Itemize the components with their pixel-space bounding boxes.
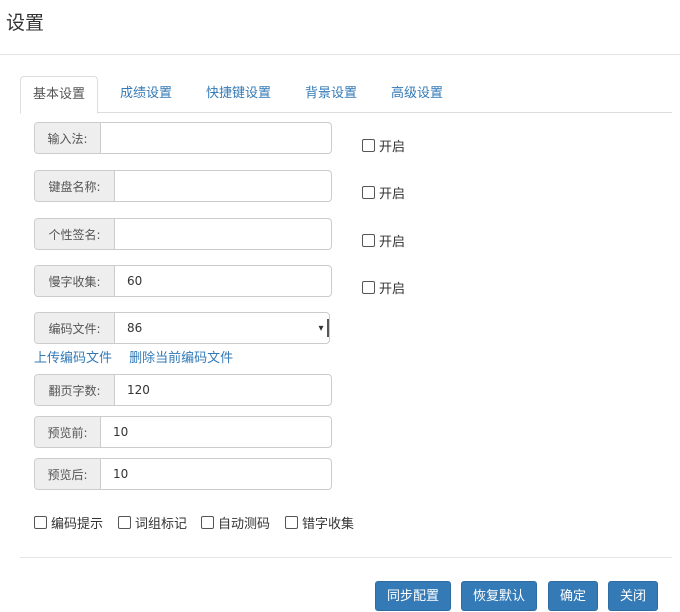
dropdown-arrow-icon[interactable]: ▾ (315, 319, 329, 337)
option-encoding-hint[interactable]: 编码提示 (34, 513, 103, 532)
tab-score[interactable]: 成绩设置 (108, 76, 184, 113)
checkbox-box[interactable] (362, 234, 375, 247)
slow-collect-label: 慢字收集: (35, 266, 115, 296)
checkbox-box[interactable] (201, 516, 214, 529)
slow-collect-enable-checkbox[interactable]: 开启 (362, 278, 405, 297)
checkbox-box[interactable] (362, 186, 375, 199)
checkbox-box[interactable] (118, 516, 131, 529)
delete-encoding-file-link[interactable]: 删除当前编码文件 (129, 351, 233, 366)
dialog-title: 设置 (6, 12, 45, 34)
settings-tabs: 基本设置 成绩设置 快捷键设置 背景设置 高级设置 (20, 76, 672, 114)
input-method-enable-checkbox[interactable]: 开启 (362, 136, 405, 155)
preview-after-label: 预览后: (35, 459, 101, 489)
preview-before-label: 预览前: (35, 417, 101, 447)
signature-enable-checkbox[interactable]: 开启 (362, 231, 405, 250)
encoding-file-select[interactable]: 86 (115, 313, 315, 343)
preview-before-group: 预览前: 10 (34, 416, 332, 448)
tab-shortcut[interactable]: 快捷键设置 (194, 76, 283, 113)
encoding-file-group: 编码文件: 86 ▾ (34, 312, 330, 344)
option-auto-code-test[interactable]: 自动测码 (201, 513, 270, 532)
enable-label: 开启 (379, 140, 406, 155)
option-label: 自动测码 (218, 517, 271, 532)
encoding-file-label: 编码文件: (35, 313, 115, 343)
input-method-label: 输入法: (35, 123, 101, 153)
keyboard-name-enable-checkbox[interactable]: 开启 (362, 183, 405, 202)
preview-after-field[interactable]: 10 (101, 459, 331, 489)
signature-field[interactable] (115, 219, 331, 249)
tab-background[interactable]: 背景设置 (293, 76, 369, 113)
input-method-field[interactable] (101, 123, 331, 153)
preview-before-field[interactable]: 10 (101, 417, 331, 447)
checkbox-box[interactable] (362, 281, 375, 294)
option-typo-collect[interactable]: 错字收集 (285, 513, 354, 532)
tab-advanced[interactable]: 高级设置 (379, 76, 455, 113)
footer-divider (20, 557, 672, 558)
slow-collect-field[interactable]: 60 (115, 266, 331, 296)
keyboard-name-label: 键盘名称: (35, 171, 115, 201)
checkbox-box[interactable] (362, 139, 375, 152)
header-divider (0, 54, 680, 55)
enable-label: 开启 (379, 187, 406, 202)
confirm-button[interactable]: 确定 (548, 581, 599, 611)
option-label: 词组标记 (135, 517, 188, 532)
option-label: 错字收集 (302, 517, 355, 532)
signature-group: 个性签名: (34, 218, 332, 250)
encoding-file-links: 上传编码文件 删除当前编码文件 (34, 347, 246, 366)
option-label: 编码提示 (51, 517, 104, 532)
upload-encoding-file-link[interactable]: 上传编码文件 (34, 351, 112, 366)
sync-config-button[interactable]: 同步配置 (375, 581, 452, 611)
page-chars-group: 翻页字数: 120 (34, 374, 332, 406)
tab-basic[interactable]: 基本设置 (20, 76, 99, 114)
page-chars-label: 翻页字数: (35, 375, 115, 405)
keyboard-name-group: 键盘名称: (34, 170, 332, 202)
option-phrase-mark[interactable]: 词组标记 (118, 513, 187, 532)
input-method-group: 输入法: (34, 122, 332, 154)
enable-label: 开启 (379, 235, 406, 250)
checkbox-box[interactable] (34, 516, 47, 529)
close-button[interactable]: 关闭 (608, 581, 659, 611)
signature-label: 个性签名: (35, 219, 115, 249)
keyboard-name-field[interactable] (115, 171, 331, 201)
preview-after-group: 预览后: 10 (34, 458, 332, 490)
slow-collect-group: 慢字收集: 60 (34, 265, 332, 297)
enable-label: 开启 (379, 282, 406, 297)
page-chars-field[interactable]: 120 (115, 375, 331, 405)
checkbox-box[interactable] (285, 516, 298, 529)
restore-default-button[interactable]: 恢复默认 (461, 581, 538, 611)
